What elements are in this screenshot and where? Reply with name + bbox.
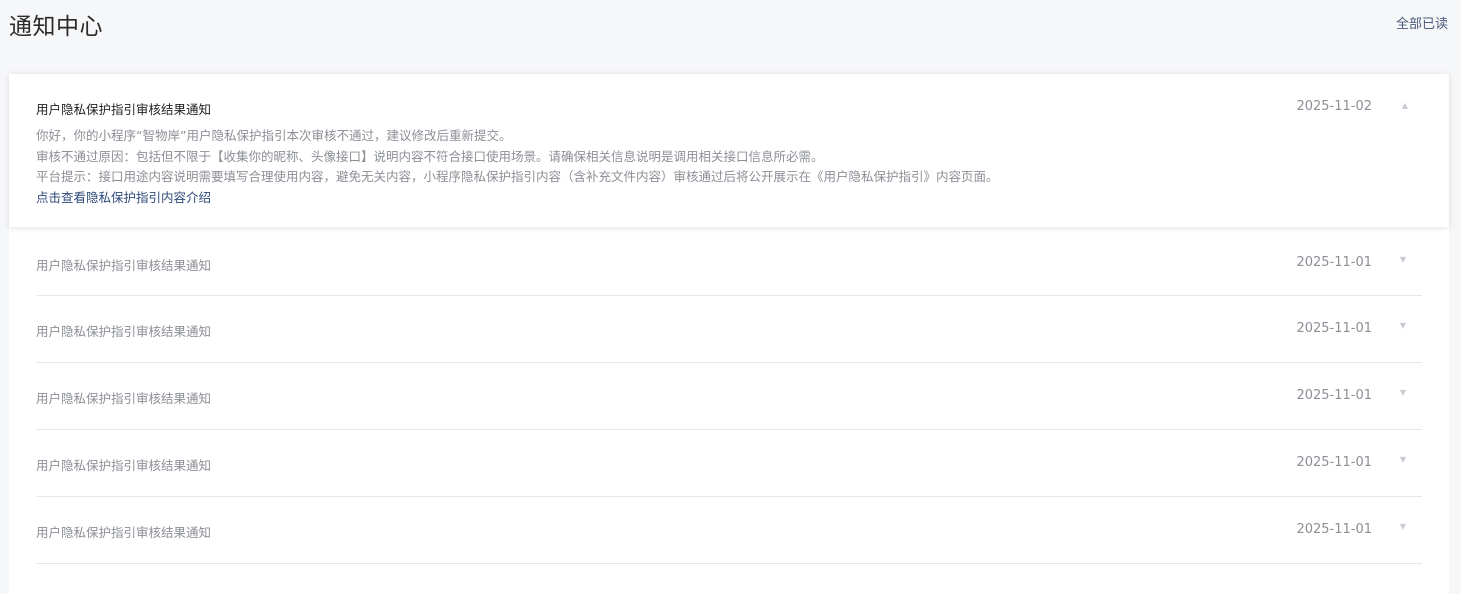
notification-date: 2025-11-02: [1296, 99, 1372, 114]
header: 通知中心 全部已读: [0, 0, 1461, 74]
chevron-down-icon[interactable]: ▼: [1398, 255, 1408, 265]
notification-title: 用户隐私保护指引审核结果通知: [36, 324, 212, 339]
notification-panel: 用户隐私保护指引审核结果通知 2025-11-02 ▲ 你好，你的小程序“智物岸…: [9, 74, 1449, 594]
notification-title: 用户隐私保护指引审核结果通知: [36, 458, 212, 473]
chevron-down-icon[interactable]: ▼: [1398, 388, 1408, 398]
chevron-up-icon[interactable]: ▲: [1402, 101, 1408, 110]
notification-item[interactable]: 用户隐私保护指引审核结果通知 2025-11-01 ▼: [36, 227, 1422, 296]
notification-date: 2025-11-01: [1296, 255, 1372, 270]
body-line: 平台提示：接口用途内容说明需要填写合理使用内容，避免无关内容，小程序隐私保护指引…: [36, 169, 999, 184]
body-line: 你好，你的小程序“智物岸”用户隐私保护指引本次审核不通过，建议修改后重新提交。: [36, 128, 512, 143]
notification-date: 2025-11-01: [1296, 321, 1372, 336]
notification-title: 用户隐私保护指引审核结果通知: [36, 102, 212, 117]
body-line: 审核不通过原因：包括但不限于【收集你的昵称、头像接口】说明内容不符合接口使用场景…: [36, 148, 824, 164]
chevron-down-icon[interactable]: ▼: [1398, 455, 1408, 465]
notification-title: 用户隐私保护指引审核结果通知: [36, 525, 212, 540]
notification-list: 用户隐私保护指引审核结果通知 2025-11-01 ▼ 用户隐私保护指引审核结果…: [9, 227, 1449, 564]
notification-title: 用户隐私保护指引审核结果通知: [36, 258, 212, 273]
notification-expanded[interactable]: 用户隐私保护指引审核结果通知 2025-11-02 ▲ 你好，你的小程序“智物岸…: [9, 74, 1449, 227]
notification-item[interactable]: 用户隐私保护指引审核结果通知 2025-11-01 ▼: [36, 430, 1422, 497]
mark-all-read-button[interactable]: 全部已读: [1396, 13, 1448, 32]
notification-date: 2025-11-01: [1296, 522, 1372, 537]
page-title: 通知中心: [9, 14, 103, 40]
chevron-down-icon[interactable]: ▼: [1398, 522, 1408, 532]
notification-item[interactable]: 用户隐私保护指引审核结果通知 2025-11-01 ▼: [36, 363, 1422, 430]
notification-date: 2025-11-01: [1296, 455, 1372, 470]
notification-date: 2025-11-01: [1296, 388, 1372, 403]
notification-item[interactable]: 用户隐私保护指引审核结果通知 2025-11-01 ▼: [36, 296, 1422, 363]
privacy-guide-link[interactable]: 点击查看隐私保护指引内容介绍: [36, 188, 999, 209]
notification-title: 用户隐私保护指引审核结果通知: [36, 391, 212, 406]
chevron-down-icon[interactable]: ▼: [1398, 321, 1408, 331]
notification-item[interactable]: 用户隐私保护指引审核结果通知 2025-11-01 ▼: [36, 497, 1422, 564]
notification-body: 你好，你的小程序“智物岸”用户隐私保护指引本次审核不通过，建议修改后重新提交。 …: [36, 126, 999, 208]
